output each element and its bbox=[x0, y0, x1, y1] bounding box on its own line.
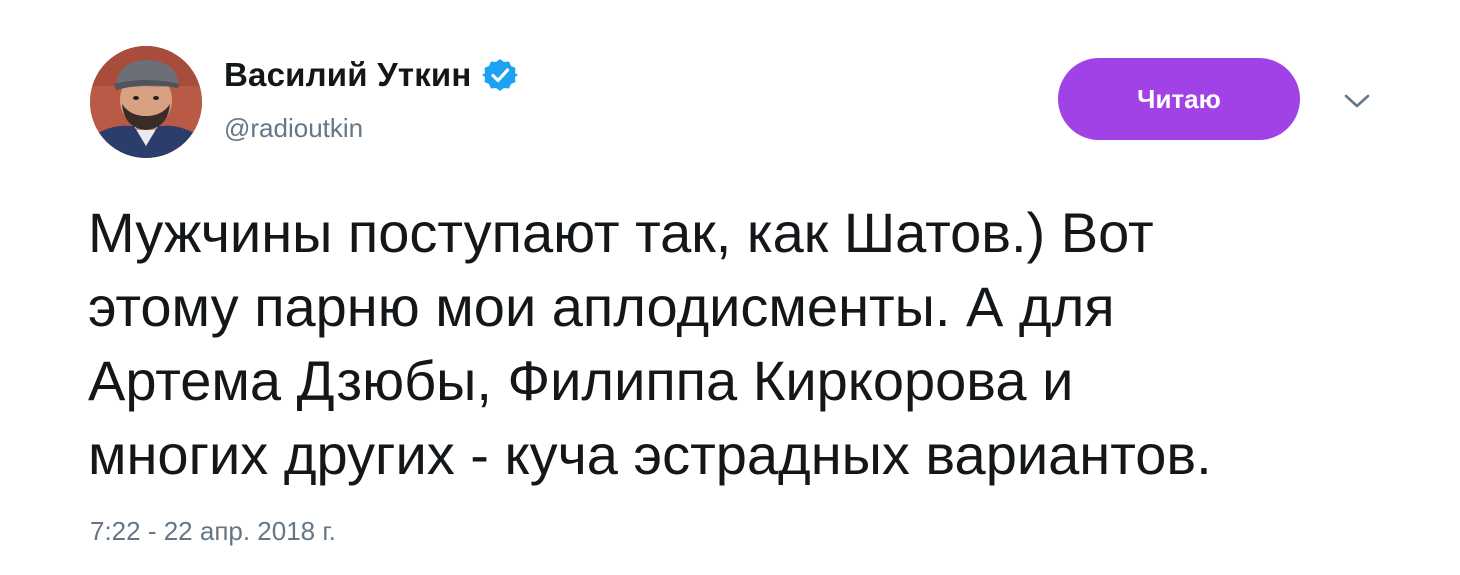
author-name-row: Василий Уткин bbox=[224, 54, 518, 96]
tweet-text-line: Мужчины поступают так, как Шатов.) Вот bbox=[88, 201, 1154, 264]
tweet-text-line: многих других - куча эстрадных вариантов… bbox=[88, 423, 1212, 486]
tweet-card: Василий Уткин @radioutkin Читаю Мужчины … bbox=[0, 0, 1460, 575]
tweet-text-line: Артема Дзюбы, Филиппа Киркорова и bbox=[88, 349, 1074, 412]
follow-button[interactable]: Читаю bbox=[1058, 58, 1300, 140]
avatar-image bbox=[90, 46, 202, 158]
chevron-down-icon[interactable] bbox=[1340, 88, 1374, 114]
verified-badge-icon bbox=[481, 57, 518, 93]
avatar[interactable] bbox=[90, 46, 202, 158]
tweet-timestamp[interactable]: 7:22 - 22 апр. 2018 г. bbox=[90, 516, 336, 547]
author-display-name[interactable]: Василий Уткин bbox=[224, 56, 472, 94]
author-handle[interactable]: @radioutkin bbox=[224, 113, 363, 144]
tweet-text-line: этому парню мои аплодисменты. А для bbox=[88, 275, 1115, 338]
tweet-text: Мужчины поступают так, как Шатов.) Вот э… bbox=[88, 196, 1388, 492]
